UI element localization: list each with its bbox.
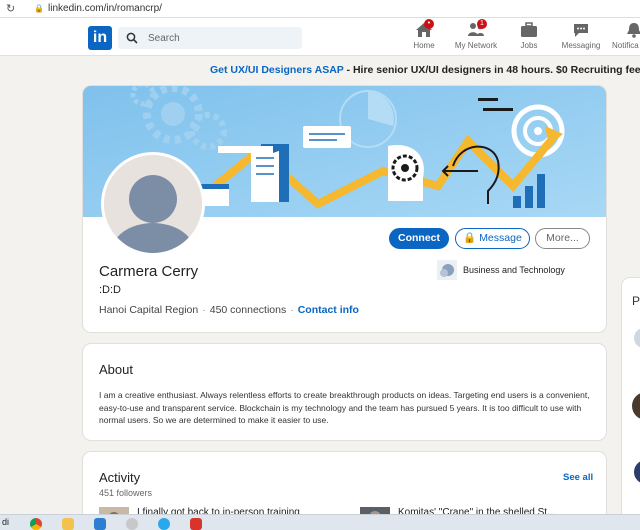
- contact-info-link[interactable]: Contact info: [298, 304, 359, 316]
- activity-title: Activity: [99, 470, 141, 485]
- see-all-link[interactable]: See all: [563, 472, 593, 483]
- folder-icon[interactable]: [62, 518, 74, 530]
- profile-avatar[interactable]: [101, 152, 205, 256]
- network-badge: 1: [477, 19, 487, 29]
- about-section: About I am a creative enthusiast. Always…: [83, 344, 606, 440]
- app-icon[interactable]: [126, 518, 138, 530]
- nav-home-label: Home: [413, 41, 435, 50]
- profile-headline: :D:D: [99, 284, 121, 296]
- avatar[interactable]: [630, 458, 640, 488]
- search-box[interactable]: [118, 27, 302, 49]
- search-input[interactable]: [148, 32, 288, 44]
- default-person-icon: [104, 155, 202, 253]
- app-icon[interactable]: [94, 518, 106, 530]
- avatar[interactable]: [630, 328, 640, 358]
- sponsored-link[interactable]: Get UX/UI Designers ASAP: [210, 64, 344, 76]
- lock-icon[interactable]: 🔒: [34, 4, 46, 13]
- chat-icon: [574, 24, 588, 37]
- connect-button[interactable]: Connect: [389, 228, 449, 249]
- profile-location-line: Hanoi Capital Region · 450 connections · Con…: [99, 304, 359, 316]
- nav-network-label: My Network: [454, 41, 498, 50]
- briefcase-icon: [521, 22, 537, 37]
- bell-icon: [627, 23, 640, 38]
- about-text: I am a creative enthusiast. Always relen…: [99, 390, 590, 425]
- avatar[interactable]: [630, 386, 640, 426]
- more-button[interactable]: More...: [535, 228, 590, 249]
- nav-jobs-label: Jobs: [520, 41, 538, 50]
- followers-count: 451 followers: [99, 488, 153, 498]
- right-sidebar-heading: P: [632, 294, 640, 308]
- profile-card: Connect 🔒 Message More... Carmera Cerry …: [83, 86, 606, 332]
- nav-jobs[interactable]: Jobs: [517, 22, 541, 54]
- nav-messaging-label: Messaging: [561, 41, 601, 50]
- url-text[interactable]: linkedin.com/in/romancrp/: [48, 3, 162, 14]
- home-badge: •: [424, 19, 434, 29]
- message-button[interactable]: 🔒 Message: [455, 228, 530, 249]
- current-company[interactable]: Business and Technology: [437, 260, 565, 280]
- separator-dot: ·: [290, 304, 294, 316]
- separator-dot: ·: [202, 304, 206, 316]
- right-sidebar-card: P: [622, 278, 640, 530]
- nav-home[interactable]: • Home: [410, 19, 438, 54]
- company-name: Business and Technology: [463, 265, 565, 275]
- app-icon[interactable]: [190, 518, 202, 530]
- lock-icon: 🔒: [463, 232, 477, 244]
- chrome-icon[interactable]: [30, 518, 42, 530]
- nav-notifications-label: Notifica: [612, 41, 639, 50]
- nav-messaging[interactable]: Messaging: [561, 22, 601, 54]
- browser-address-bar[interactable]: ↻ 🔒 linkedin.com/in/romancrp/: [0, 0, 640, 18]
- telegram-icon[interactable]: [158, 518, 170, 530]
- company-logo-icon: [437, 260, 457, 280]
- top-navigation: in • Home 1 My Network Jobs: [0, 18, 640, 56]
- profile-name: Carmera Cerry: [99, 263, 199, 280]
- profile-location: Hanoi Capital Region: [99, 304, 199, 316]
- message-button-label: Message: [479, 232, 522, 244]
- reload-icon[interactable]: ↻: [6, 2, 20, 15]
- linkedin-logo[interactable]: in: [88, 26, 112, 50]
- profile-connections[interactable]: 450 connections: [210, 304, 286, 316]
- sponsored-banner[interactable]: Get UX/UI Designers ASAP - Hire senior U…: [210, 64, 640, 76]
- search-icon: [126, 32, 138, 44]
- nav-my-network[interactable]: 1 My Network: [453, 19, 499, 54]
- about-title: About: [99, 362, 133, 377]
- nav-notifications[interactable]: Notifica: [612, 22, 640, 54]
- os-taskbar: di: [0, 514, 640, 530]
- taskbar-text: di: [2, 517, 10, 527]
- sponsored-text: - Hire senior UX/UI designers in 48 hour…: [343, 64, 640, 76]
